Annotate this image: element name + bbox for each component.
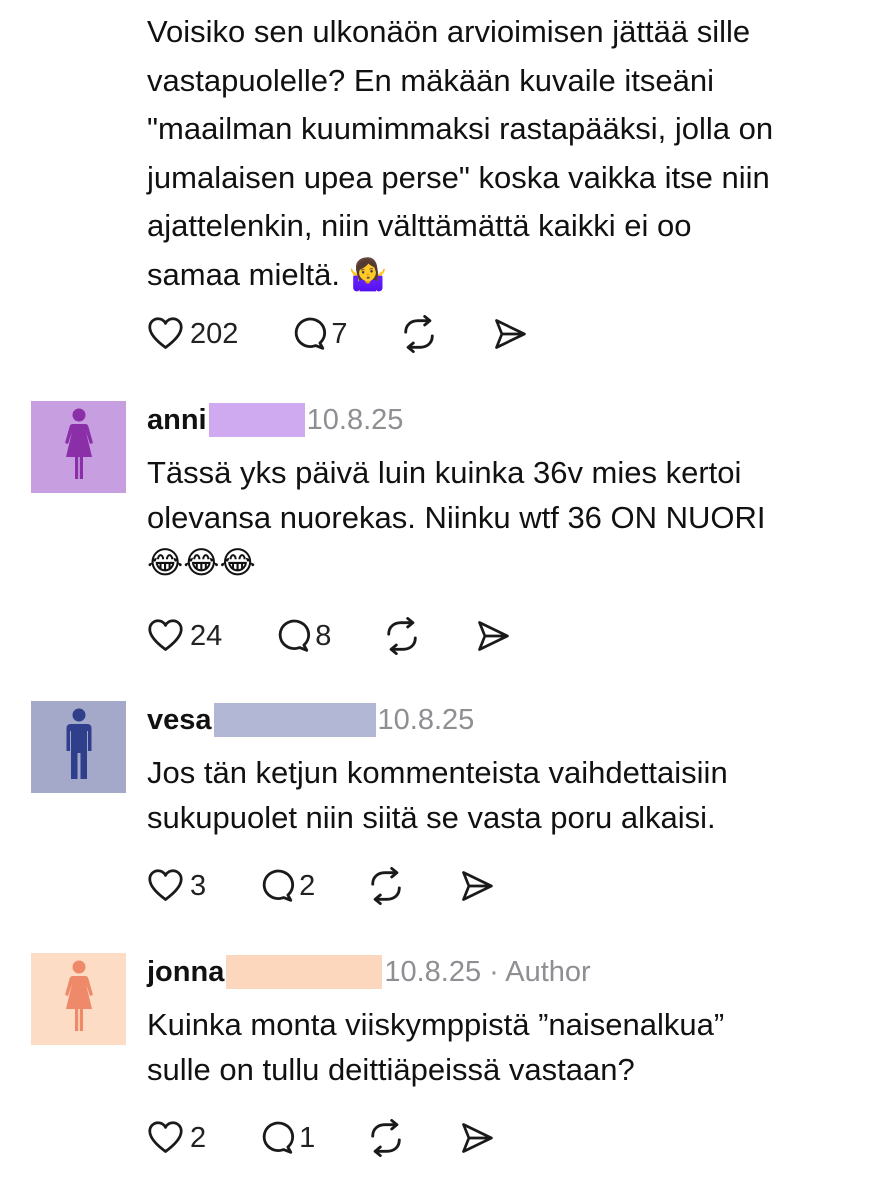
- reply-button[interactable]: 7: [290, 315, 348, 353]
- repost-button[interactable]: [400, 315, 438, 353]
- heart-icon: [147, 1120, 184, 1157]
- reply-button[interactable]: 8: [274, 617, 331, 655]
- comment-bubble-icon: [274, 617, 312, 655]
- comment-header: vesa 10.8.25: [147, 700, 474, 740]
- share-button[interactable]: [492, 316, 528, 352]
- share-button[interactable]: [475, 618, 511, 654]
- comment-text-line: Voisiko sen ulkonäön arvioimisen jättää …: [147, 14, 751, 49]
- send-icon: [459, 868, 495, 904]
- redacted-name: [213, 703, 376, 737]
- comment-bubble-icon: [258, 1119, 296, 1157]
- action-bar: 202 7: [147, 314, 528, 354]
- avatar[interactable]: [31, 401, 126, 493]
- comment-text-line: jumalaisen upea perse" koska vaikka itse…: [147, 159, 770, 195]
- female-figure-icon: [59, 407, 99, 487]
- like-count: 24: [190, 619, 223, 652]
- comment-text-line: Jos tän ketjun kommenteista vaihdettaisi…: [147, 755, 728, 790]
- redacted-name: [226, 955, 383, 989]
- comment-text-line: samaa mieltä. 🤷‍♀️: [147, 256, 388, 292]
- comment-date: 10.8.25: [377, 703, 475, 736]
- comment-text-line: Kuinka monta viiskymppistä ”naisenalkua”: [147, 1007, 725, 1042]
- comment-text-line: vastapuolelle? En mäkään kuvaile itseäni: [147, 62, 714, 98]
- reply-count: 7: [331, 317, 348, 350]
- comment-text-line: sulle on tullu deittiäpeissä vastaan?: [147, 1052, 635, 1087]
- redacted-name: [208, 403, 305, 437]
- avatar[interactable]: [31, 701, 126, 793]
- action-bar: 2 1: [147, 1118, 495, 1158]
- comment-text-line: olevansa nuorekas. Niinku wtf 36 ON NUOR…: [147, 500, 766, 535]
- comment-text-line: ajattelenkin, niin välttämättä kaikki ei…: [147, 208, 692, 244]
- heart-icon: [147, 316, 184, 353]
- repost-button[interactable]: [367, 1119, 405, 1157]
- comment-bubble-icon: [258, 867, 296, 905]
- comment-text-line: 😂😂😂: [147, 545, 256, 580]
- share-button[interactable]: [459, 1120, 495, 1156]
- username[interactable]: anni: [147, 404, 207, 437]
- send-icon: [492, 316, 528, 352]
- comment-text: Jos tän ketjun kommenteista vaihdettaisi…: [147, 750, 857, 840]
- repost-icon: [367, 1119, 405, 1157]
- like-button[interactable]: 202: [147, 316, 238, 353]
- male-figure-icon: [59, 707, 99, 787]
- reply-count: 2: [299, 869, 316, 902]
- comment-header: jonna 10.8.25 · Author: [147, 952, 591, 992]
- comment-text-line: sukupuolet niin siitä se vasta poru alka…: [147, 800, 716, 835]
- username[interactable]: jonna: [147, 956, 224, 989]
- repost-icon: [367, 867, 405, 905]
- reply-count: 1: [299, 1121, 316, 1154]
- comment-header: anni 10.8.25: [147, 400, 403, 440]
- heart-icon: [147, 868, 184, 905]
- username[interactable]: vesa: [147, 704, 212, 737]
- comment-date: 10.8.25 · Author: [384, 955, 591, 988]
- comment-text: Kuinka monta viiskymppistä ”naisenalkua”…: [147, 1002, 857, 1092]
- repost-icon: [383, 617, 421, 655]
- heart-icon: [147, 618, 184, 655]
- send-icon: [459, 1120, 495, 1156]
- like-count: 2: [190, 1121, 207, 1154]
- like-button[interactable]: 24: [147, 618, 222, 655]
- like-count: 202: [190, 317, 239, 350]
- comment-text: Voisiko sen ulkonäön arvioimisen jättää …: [147, 8, 867, 300]
- avatar[interactable]: [31, 953, 126, 1045]
- reply-count: 8: [315, 619, 332, 652]
- comment-text-line: Tässä yks päivä luin kuinka 36v mies ker…: [147, 455, 742, 490]
- comment-text-line: "maailman kuumimmaksi rastapääksi, jolla…: [147, 111, 774, 147]
- like-button[interactable]: 2: [147, 1120, 206, 1157]
- action-bar: 24 8: [147, 616, 511, 656]
- like-button[interactable]: 3: [147, 868, 206, 905]
- comment-date: 10.8.25: [306, 403, 404, 436]
- repost-button[interactable]: [383, 617, 421, 655]
- share-button[interactable]: [459, 868, 495, 904]
- action-bar: 3 2: [147, 866, 495, 906]
- reply-button[interactable]: 1: [258, 1119, 315, 1157]
- repost-icon: [400, 315, 438, 353]
- comment-text: Tässä yks päivä luin kuinka 36v mies ker…: [147, 450, 857, 585]
- send-icon: [475, 618, 511, 654]
- like-count: 3: [190, 869, 207, 902]
- comment-bubble-icon: [290, 315, 328, 353]
- reply-button[interactable]: 2: [258, 867, 315, 905]
- repost-button[interactable]: [367, 867, 405, 905]
- female-figure-icon: [59, 959, 99, 1039]
